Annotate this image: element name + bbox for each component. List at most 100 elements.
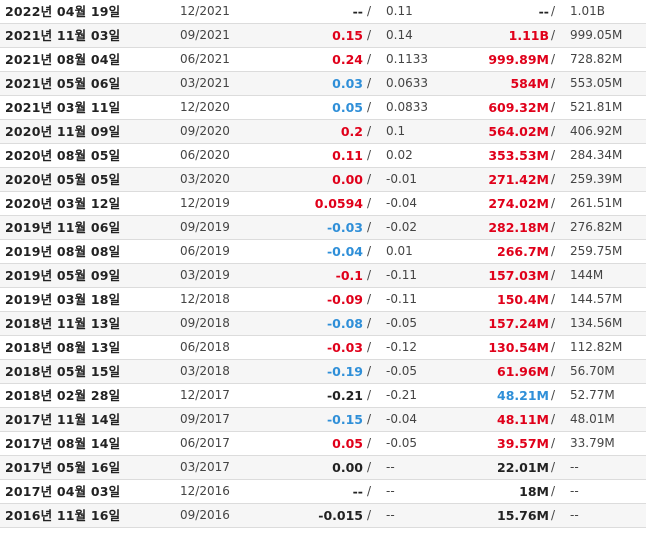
eps-separator: /	[367, 268, 372, 282]
table-row: 2017년 04월 03일 12/2016 -- / -- 18M / --	[0, 480, 646, 504]
table-row: 2018년 05월 15일 03/2018 -0.19/-0.05 61.96M/56…	[0, 360, 646, 384]
eps-actual: -0.15	[326, 412, 363, 427]
table-row: 2019년 08월 08일 06/2019 -0.04/0.01 266.7M/259…	[0, 240, 646, 264]
revenue-separator: /	[551, 124, 556, 138]
eps-actual: -0.09	[326, 292, 363, 307]
revenue-separator: /	[551, 460, 556, 474]
eps-separator: /	[367, 148, 372, 162]
eps-forecast: 0.02	[386, 148, 413, 162]
eps-forecast: -0.12	[386, 340, 418, 354]
release-date: 2020년 03월 12일	[5, 196, 121, 211]
fiscal-period: 09/2020	[180, 124, 230, 138]
release-date: 2017년 08월 14일	[5, 436, 121, 451]
revenue-forecast: 728.82M	[570, 52, 623, 66]
table-row: 2021년 08월 04일 06/2021 0.24/0.1133 999.89M/7…	[0, 48, 646, 72]
revenue-separator: /	[551, 220, 556, 234]
revenue-separator: /	[551, 364, 556, 378]
release-date: 2017년 05월 16일	[5, 460, 121, 475]
fiscal-period: 03/2018	[180, 364, 230, 378]
eps-forecast: 0.1	[386, 124, 406, 138]
eps-separator: /	[367, 388, 372, 402]
table-row: 2021년 03월 11일 12/2020 0.05/0.0833 609.32M/5…	[0, 96, 646, 120]
table-row: 2020년 03월 12일 12/2019 0.0594/-0.04 274.02M /…	[0, 192, 646, 216]
revenue-forecast: --	[570, 508, 579, 522]
eps-separator: /	[367, 196, 372, 210]
eps-forecast: --	[386, 508, 395, 522]
release-date: 2017년 04월 03일	[5, 484, 121, 499]
revenue-forecast: 33.79M	[570, 436, 615, 450]
table-row: 2021년 11월 03일 09/2021 0.15/0.14 1.11B/999.0…	[0, 24, 646, 48]
fiscal-period: 06/2021	[180, 52, 230, 66]
eps-separator: /	[367, 436, 372, 450]
eps-actual: -0.015	[318, 508, 363, 523]
fiscal-period: 03/2019	[180, 268, 230, 282]
revenue-forecast: 144M	[570, 268, 604, 282]
revenue-forecast: 134.56M	[570, 316, 623, 330]
revenue-actual: 564.02M	[488, 124, 549, 139]
release-date: 2021년 05월 06일	[5, 76, 121, 91]
eps-actual: -0.03	[326, 340, 363, 355]
revenue-forecast: 48.01M	[570, 412, 615, 426]
revenue-actual: 353.53M	[488, 148, 549, 163]
revenue-forecast: --	[570, 460, 579, 474]
revenue-actual: 39.57M	[497, 436, 549, 451]
eps-forecast: -0.04	[386, 196, 418, 210]
table-row: 2017년 11월 14일 09/2017 -0.15/-0.04 48.11M/48…	[0, 408, 646, 432]
revenue-actual: 1.11B	[508, 28, 549, 43]
eps-separator: /	[367, 100, 372, 114]
eps-actual: -0.1	[335, 268, 363, 283]
fiscal-period: 09/2016	[180, 508, 230, 522]
revenue-actual: 584M	[510, 76, 549, 91]
eps-separator: /	[367, 460, 372, 474]
eps-separator: /	[367, 244, 372, 258]
revenue-separator: /	[551, 412, 556, 426]
eps-separator: /	[367, 124, 372, 138]
revenue-actual: 282.18M	[488, 220, 549, 235]
fiscal-period: 03/2021	[180, 76, 230, 90]
table-row: 2019년 05월 09일 03/2019 -0.1/-0.11 157.03M/14…	[0, 264, 646, 288]
revenue-actual: 999.89M	[488, 52, 549, 67]
fiscal-period: 12/2017	[180, 388, 230, 402]
release-date: 2018년 08월 13일	[5, 340, 121, 355]
fiscal-period: 09/2017	[180, 412, 230, 426]
fiscal-period: 03/2017	[180, 460, 230, 474]
fiscal-period: 09/2019	[180, 220, 230, 234]
eps-forecast: 0.14	[386, 28, 413, 42]
revenue-separator: /	[551, 196, 556, 210]
revenue-separator: /	[551, 484, 556, 498]
revenue-forecast: 259.75M	[570, 244, 623, 258]
revenue-actual: 157.03M	[488, 268, 549, 283]
eps-forecast: 0.1133	[386, 52, 428, 66]
revenue-separator: /	[551, 436, 556, 450]
eps-forecast: -0.11	[386, 268, 418, 282]
release-date: 2018년 02월 28일	[5, 388, 121, 403]
earnings-history-table: 2022년 04월 19일 12/2021 --/0.11 --/1.01B 2021년…	[0, 0, 646, 533]
eps-separator: /	[367, 4, 372, 18]
revenue-actual: 15.76M	[497, 508, 549, 523]
revenue-actual: 22.01M	[497, 460, 549, 475]
eps-forecast: -0.05	[386, 316, 418, 330]
eps-forecast: 0.11	[386, 4, 413, 18]
release-date: 2017년 11월 14일	[5, 412, 121, 427]
revenue-forecast: --	[570, 484, 579, 498]
revenue-separator: /	[551, 28, 556, 42]
eps-actual: 0.24	[332, 52, 363, 67]
revenue-actual: 48.21M	[497, 388, 549, 403]
eps-separator: /	[367, 316, 372, 330]
table-row: 2020년 11월 09일 09/2020 0.2/0.1 564.02M/406.9…	[0, 120, 646, 144]
release-date: 2016년 11월 16일	[5, 508, 121, 523]
release-date: 2018년 11월 13일	[5, 316, 121, 331]
release-date: 2018년 05월 15일	[5, 364, 121, 379]
revenue-forecast: 553.05M	[570, 76, 623, 90]
revenue-forecast: 259.39M	[570, 172, 623, 186]
eps-forecast: 0.01	[386, 244, 413, 258]
table-row: 2018년 11월 13일 09/2018 -0.08/-0.05 157.24M/1…	[0, 312, 646, 336]
eps-forecast: --	[386, 484, 395, 498]
revenue-forecast: 1.01B	[570, 4, 605, 18]
revenue-separator: /	[551, 268, 556, 282]
revenue-separator: /	[551, 316, 556, 330]
revenue-actual: 274.02M	[488, 196, 549, 211]
revenue-separator: /	[551, 244, 556, 258]
revenue-separator: /	[551, 172, 556, 186]
revenue-separator: /	[551, 148, 556, 162]
